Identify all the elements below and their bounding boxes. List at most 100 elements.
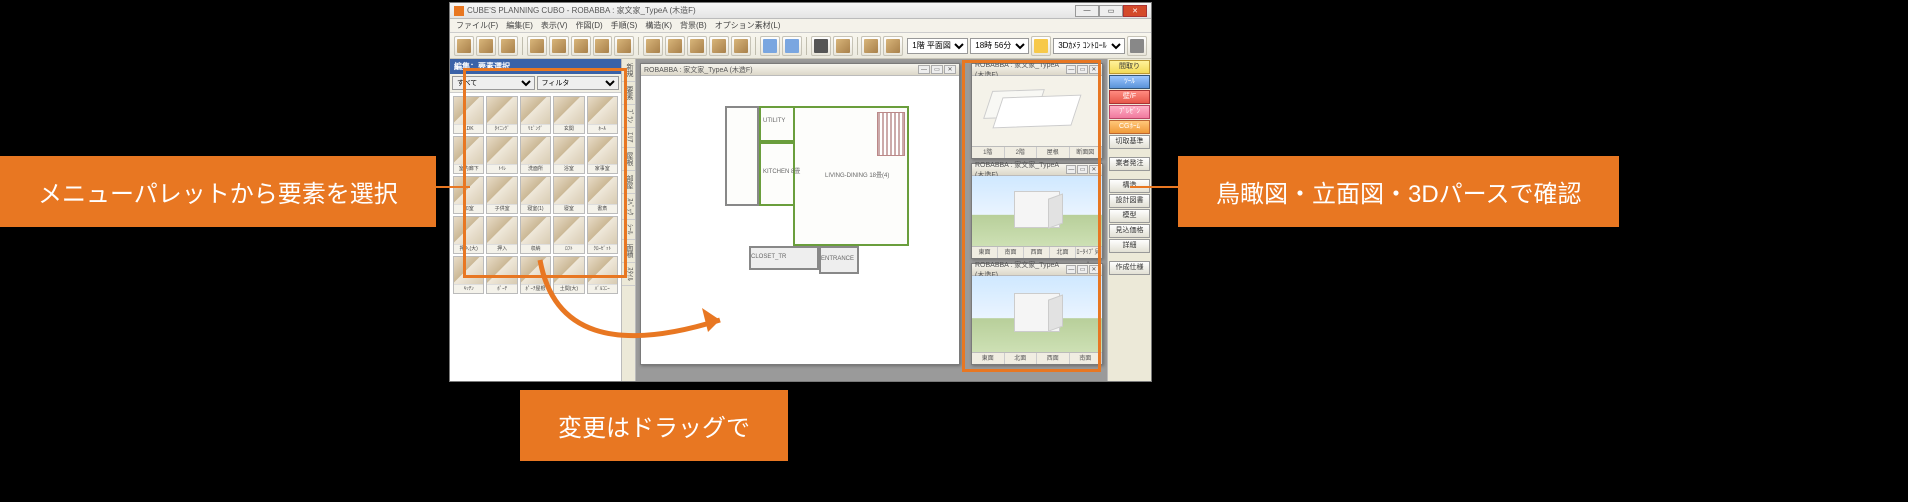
- tool-btn-8[interactable]: [614, 36, 634, 56]
- palette-thumb[interactable]: ﾎﾟｰﾁ: [486, 256, 517, 294]
- palette-thumb[interactable]: 押入: [486, 216, 517, 254]
- pers-max[interactable]: ▭: [1077, 265, 1087, 274]
- tool-btn-1[interactable]: [454, 36, 474, 56]
- view-tab[interactable]: 西面: [1037, 353, 1070, 364]
- view-tab[interactable]: 屋根: [1037, 147, 1070, 158]
- tool-btn-13[interactable]: [731, 36, 751, 56]
- palette-thumb[interactable]: ﾄｲﾚ: [486, 136, 517, 174]
- palette-thumb[interactable]: ﾎｰﾙ: [587, 96, 618, 134]
- tool-btn-6[interactable]: [571, 36, 591, 56]
- tool-btn-2[interactable]: [476, 36, 496, 56]
- bird-close[interactable]: ✕: [1089, 65, 1099, 74]
- tool-btn-14[interactable]: [760, 36, 780, 56]
- palette-thumb[interactable]: 室内廊下: [453, 136, 484, 174]
- right-button[interactable]: 見込価格: [1109, 224, 1150, 238]
- plan-close-button[interactable]: ✕: [944, 65, 956, 74]
- tool-btn-4[interactable]: [527, 36, 547, 56]
- palette-thumb[interactable]: 寝室: [553, 176, 584, 214]
- tool-btn-18[interactable]: [861, 36, 881, 56]
- palette-filter-2[interactable]: フィルタ: [537, 76, 620, 90]
- viewmode-select[interactable]: 3Dｶﾒﾗ ｺﾝﾄﾛｰﾙ: [1053, 38, 1125, 54]
- tool-btn-cam[interactable]: [1127, 36, 1147, 56]
- floor-select[interactable]: 1階 平面図: [907, 38, 968, 54]
- tool-btn-sun[interactable]: [1031, 36, 1051, 56]
- bird-view-canvas[interactable]: [972, 76, 1102, 146]
- palette-thumb[interactable]: 収納: [520, 216, 551, 254]
- view-tab[interactable]: 南面: [998, 247, 1024, 258]
- elev-min[interactable]: —: [1066, 165, 1076, 174]
- vtab-item[interactable]: 屋根: [622, 148, 635, 171]
- elev-max[interactable]: ▭: [1077, 165, 1087, 174]
- maximize-button[interactable]: ▭: [1099, 5, 1123, 17]
- right-button[interactable]: ﾌﾟﾚｾﾞﾝ: [1109, 105, 1150, 119]
- right-button[interactable]: ﾂｰﾙ: [1109, 75, 1150, 89]
- view-tab[interactable]: 東面: [972, 353, 1005, 364]
- menu-edit[interactable]: 編集(E): [506, 20, 533, 31]
- vtab-item[interactable]: 部屋: [622, 171, 635, 194]
- menu-file[interactable]: ファイル(F): [456, 20, 498, 31]
- tool-btn-17[interactable]: [833, 36, 853, 56]
- pers-min[interactable]: —: [1066, 265, 1076, 274]
- view-tab[interactable]: 南面: [1070, 353, 1103, 364]
- palette-thumb[interactable]: LDK: [453, 96, 484, 134]
- palette-thumb[interactable]: ｸﾛｰｾﾞｯﾄ: [587, 216, 618, 254]
- tool-btn-12[interactable]: [709, 36, 729, 56]
- time-select[interactable]: 18時 56分: [970, 38, 1029, 54]
- palette-thumb[interactable]: 押入(大): [453, 216, 484, 254]
- minimize-button[interactable]: —: [1075, 5, 1099, 17]
- view-tab[interactable]: 北面: [1005, 353, 1038, 364]
- elev-view-canvas[interactable]: [972, 176, 1102, 246]
- right-button[interactable]: 設計図書: [1109, 194, 1150, 208]
- palette-thumb[interactable]: ｷｯﾁﾝ: [453, 256, 484, 294]
- right-button[interactable]: 間取り: [1109, 60, 1150, 74]
- tool-btn-10[interactable]: [665, 36, 685, 56]
- tool-btn-7[interactable]: [593, 36, 613, 56]
- vtab-item[interactable]: ｽﾍﾟｯｸ: [622, 194, 635, 221]
- view-tab[interactable]: 西面: [1024, 247, 1050, 258]
- view-tab[interactable]: 東面: [972, 247, 998, 258]
- vtab-item[interactable]: 新規: [622, 59, 635, 82]
- palette-thumb[interactable]: 家事室: [587, 136, 618, 174]
- plan-canvas[interactable]: LIVING-DINING 18畳(4) KITCHEN 8畳 UTILITY …: [641, 76, 959, 364]
- right-button[interactable]: CGﾎｰﾑ: [1109, 120, 1150, 134]
- right-button[interactable]: 模型: [1109, 209, 1150, 223]
- tool-btn-5[interactable]: [549, 36, 569, 56]
- pers-view-canvas[interactable]: [972, 276, 1102, 352]
- right-button[interactable]: 壁/F: [1109, 90, 1150, 104]
- menu-optmat[interactable]: オプション素材(L): [715, 20, 781, 31]
- vtab-item[interactable]: ｽﾀｲﾙ: [622, 263, 635, 286]
- palette-thumb[interactable]: 寝室(1): [520, 176, 551, 214]
- vtab-item[interactable]: ﾌﾟﾗﾝ: [622, 105, 635, 128]
- right-button[interactable]: 作成仕様: [1109, 261, 1150, 275]
- palette-thumb[interactable]: ﾛﾌﾄ: [553, 216, 584, 254]
- right-button[interactable]: 詳細: [1109, 239, 1150, 253]
- tool-btn-19[interactable]: [883, 36, 903, 56]
- view-tab[interactable]: ﾛｰﾀｲﾌﾟ見ﾙ: [1076, 247, 1102, 258]
- vtab-item[interactable]: 要素: [622, 82, 635, 105]
- tool-btn-16[interactable]: [811, 36, 831, 56]
- right-button[interactable]: 切取基準: [1109, 135, 1150, 149]
- tool-btn-9[interactable]: [643, 36, 663, 56]
- view-tab[interactable]: 1階: [972, 147, 1005, 158]
- palette-thumb[interactable]: 浴室: [553, 136, 584, 174]
- view-tab[interactable]: 北面: [1050, 247, 1076, 258]
- palette-thumb[interactable]: 子供室: [486, 176, 517, 214]
- menu-draw[interactable]: 作図(D): [576, 20, 603, 31]
- pers-close[interactable]: ✕: [1089, 265, 1099, 274]
- plan-max-button[interactable]: ▭: [931, 65, 943, 74]
- palette-thumb[interactable]: ﾘﾋﾞﾝｸﾞ: [520, 96, 551, 134]
- menu-view[interactable]: 表示(V): [541, 20, 568, 31]
- vtab-item[interactable]: ｼｰﾙ: [622, 220, 635, 240]
- palette-thumb[interactable]: 土間(大): [553, 256, 584, 294]
- palette-thumb[interactable]: 玄関: [553, 96, 584, 134]
- view-tab[interactable]: 2階: [1005, 147, 1038, 158]
- menu-bg[interactable]: 背景(B): [680, 20, 707, 31]
- bird-max[interactable]: ▭: [1077, 65, 1087, 74]
- tool-btn-11[interactable]: [687, 36, 707, 56]
- palette-thumb[interactable]: 和室: [453, 176, 484, 214]
- bird-min[interactable]: —: [1066, 65, 1076, 74]
- vtab-item[interactable]: ｴﾘｱ: [622, 128, 635, 148]
- right-button[interactable]: 業者発注: [1109, 157, 1150, 171]
- palette-thumb[interactable]: 書斎: [587, 176, 618, 214]
- vtab-item[interactable]: 面積: [622, 240, 635, 263]
